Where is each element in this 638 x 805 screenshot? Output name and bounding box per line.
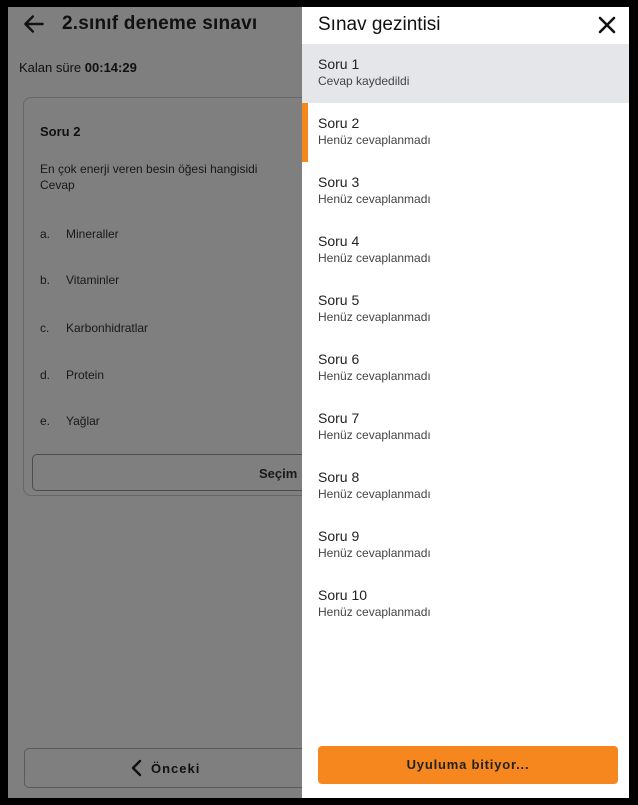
question-nav-status: Cevap kaydedildi [318,74,410,88]
question-nav-status: Henüz cevaplanmadı [318,192,431,206]
question-nav-status: Henüz cevaplanmadı [318,546,431,560]
question-nav-status: Henüz cevaplanmadı [318,428,431,442]
question-nav-status: Henüz cevaplanmadı [318,487,431,501]
question-nav-status: Henüz cevaplanmadı [318,605,431,619]
question-nav-item-5[interactable]: Soru 5 Henüz cevaplanmadı [302,280,629,339]
question-nav-status: Henüz cevaplanmadı [318,133,431,147]
finish-exam-button[interactable]: Uyuluma bitiyor... [318,746,618,784]
question-nav-name: Soru 8 [318,469,360,485]
question-nav-item-2[interactable]: Soru 2 Henüz cevaplanmadı [302,103,629,162]
question-nav-status: Henüz cevaplanmadı [318,251,431,265]
question-nav-item-1[interactable]: Soru 1 Cevap kaydedildi [302,44,629,103]
question-nav-name: Soru 10 [318,587,368,603]
close-icon[interactable] [598,16,616,34]
question-nav-item-6[interactable]: Soru 6 Henüz cevaplanmadı [302,339,629,398]
question-nav-name: Soru 6 [318,351,360,367]
question-nav-name: Soru 7 [318,410,360,426]
drawer-header: Sınav gezintisi [302,7,629,44]
question-nav-status: Henüz cevaplanmadı [318,369,431,383]
question-list: Soru 1 Cevap kaydedildi Soru 2 Henüz cev… [302,44,629,634]
question-nav-name: Soru 2 [318,115,360,131]
exam-navigation-drawer: Sınav gezintisi Soru 1 Cevap kaydedildi … [302,7,629,798]
question-nav-item-4[interactable]: Soru 4 Henüz cevaplanmadı [302,221,629,280]
app-screen: 2.sınıf deneme sınavı Kalan süre 00:14:2… [8,7,629,798]
question-nav-name: Soru 1 [318,56,360,72]
question-nav-item-3[interactable]: Soru 3 Henüz cevaplanmadı [302,162,629,221]
question-nav-name: Soru 5 [318,292,360,308]
question-nav-status: Henüz cevaplanmadı [318,310,431,324]
question-nav-name: Soru 9 [318,528,360,544]
finish-exam-button-label: Uyuluma bitiyor... [406,757,530,772]
question-nav-item-7[interactable]: Soru 7 Henüz cevaplanmadı [302,398,629,457]
question-nav-name: Soru 4 [318,233,360,249]
drawer-title: Sınav gezintisi [318,14,441,35]
question-nav-item-8[interactable]: Soru 8 Henüz cevaplanmadı [302,457,629,516]
question-nav-item-9[interactable]: Soru 9 Henüz cevaplanmadı [302,516,629,575]
question-nav-name: Soru 3 [318,174,360,190]
question-nav-item-10[interactable]: Soru 10 Henüz cevaplanmadı [302,575,629,634]
